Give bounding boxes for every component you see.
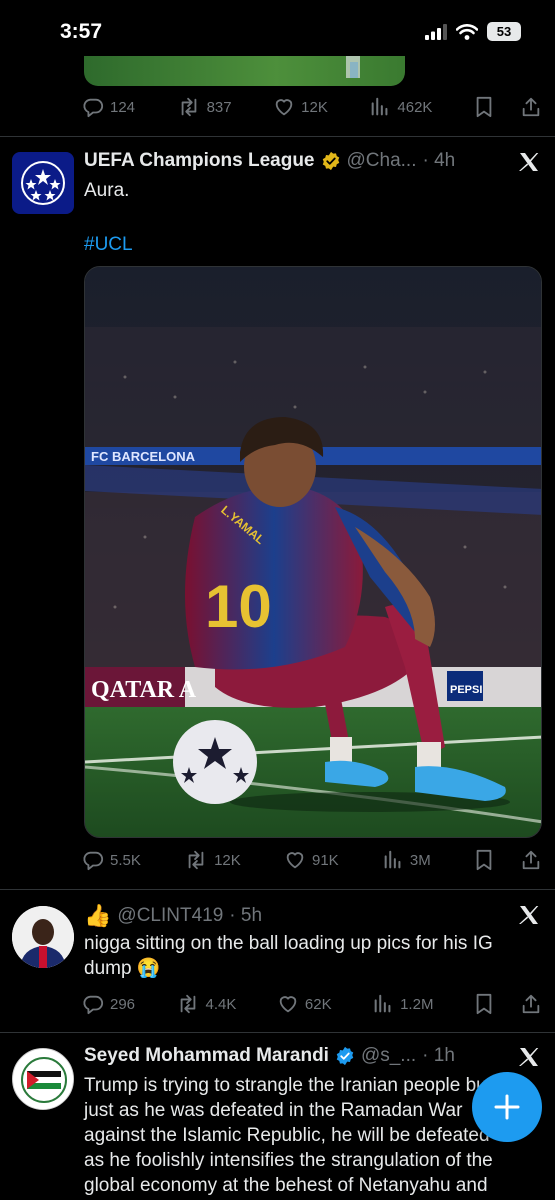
avatar-marandi[interactable]	[12, 1048, 74, 1110]
previous-media-image	[346, 56, 360, 78]
author-name[interactable]: Seyed Mohammad Marandi	[84, 1045, 329, 1067]
tweet-line: as he foolishly intensifies the strangul…	[84, 1150, 493, 1171]
ucl-starball-icon	[21, 161, 65, 205]
board-right-text: PEPSI	[450, 684, 482, 696]
share-icon[interactable]	[520, 96, 542, 118]
verified-badge-icon	[322, 151, 339, 171]
tweet-time: · 1h	[422, 1045, 455, 1066]
plus-icon	[494, 1094, 520, 1120]
heart-icon	[279, 996, 297, 1013]
view-count: 1.2M	[400, 995, 434, 1013]
repost-button[interactable]: 12K	[184, 849, 241, 871]
board-left-text: QATAR A	[91, 677, 197, 703]
jersey-number: 10	[205, 573, 272, 640]
status-time: 3:57	[60, 20, 103, 43]
reply-count: 296	[110, 995, 136, 1013]
avatar-image	[12, 906, 74, 968]
reply-button[interactable]: 124	[82, 96, 135, 118]
author-emoji[interactable]: 👍	[84, 903, 111, 929]
repost-icon	[188, 850, 204, 870]
divider	[0, 136, 555, 137]
bookmark-icon[interactable]	[474, 993, 494, 1015]
tweet-text: nigga sitting on the ball loading up pic…	[84, 933, 493, 979]
tweet-3-actions: 296 4.4K 62K 1.2M	[82, 990, 542, 1018]
x-logo-icon[interactable]	[517, 150, 541, 174]
status-bar: 3:57 53	[0, 0, 555, 62]
wifi-icon	[456, 23, 478, 40]
view-count: 3M	[409, 851, 431, 869]
tweet-3-header: 👍 @CLINT419 · 5h	[84, 903, 262, 929]
views-button[interactable]: 1.2M	[372, 993, 433, 1015]
battery-icon: 53	[487, 22, 521, 41]
views-icon	[384, 850, 401, 869]
avatar-clint419[interactable]	[12, 906, 74, 968]
reply-count: 124	[110, 98, 136, 116]
bookmark-icon[interactable]	[474, 849, 494, 871]
like-count: 91K	[312, 851, 339, 869]
author-name[interactable]: UEFA Champions League	[84, 150, 315, 172]
reply-button[interactable]: 296	[82, 993, 135, 1015]
x-logo-icon[interactable]	[517, 1045, 541, 1069]
views-button[interactable]: 462K	[369, 96, 432, 118]
author-handle[interactable]: @s_...	[361, 1045, 416, 1067]
avatar-uefa[interactable]	[12, 152, 74, 214]
divider	[0, 889, 555, 890]
like-button[interactable]: 91K	[284, 849, 339, 871]
compose-button[interactable]	[472, 1072, 542, 1142]
share-icon[interactable]	[520, 849, 542, 871]
previous-tweet-media[interactable]	[84, 56, 405, 86]
tweet-4-header: Seyed Mohammad Marandi @s_... · 1h	[84, 1045, 455, 1067]
reply-count: 5.5K	[110, 851, 141, 869]
views-icon	[372, 97, 388, 116]
tweet-1-actions: 124 837 12K 462K	[82, 93, 542, 121]
battery-level: 53	[496, 24, 512, 39]
heart-icon	[275, 99, 293, 116]
verified-badge-icon	[336, 1046, 354, 1066]
reply-button[interactable]: 5.5K	[82, 849, 141, 871]
tweet-2-actions: 5.5K 12K 91K 3M	[82, 846, 542, 874]
x-logo-icon[interactable]	[517, 903, 541, 927]
view-count: 462K	[397, 98, 433, 116]
like-button[interactable]: 12K	[273, 96, 328, 118]
led-banner-text: FC BARCELONA	[91, 449, 196, 464]
views-icon	[374, 994, 391, 1013]
views-button[interactable]: 3M	[382, 849, 431, 871]
share-icon[interactable]	[520, 993, 542, 1015]
author-handle[interactable]: @CLINT419	[117, 905, 223, 927]
divider	[0, 1032, 555, 1033]
tweet-time: · 5h	[229, 905, 263, 926]
reply-icon	[83, 851, 104, 871]
like-count: 62K	[304, 995, 332, 1013]
photo-player-sitting-on-ball: FC BARCELONA QATAR A PEPSI 10 L.YAMAL	[85, 267, 541, 837]
repost-button[interactable]: 837	[177, 96, 232, 118]
reply-icon	[83, 98, 104, 118]
author-handle[interactable]: @Cha...	[347, 150, 417, 172]
tweet-line: against the Islamic Republic, he will be…	[84, 1125, 490, 1146]
tweet-text: Aura.	[84, 180, 130, 201]
tweet-line: global economy at the behest of Netanyah…	[84, 1175, 488, 1196]
hashtag-link[interactable]: #UCL	[84, 232, 133, 257]
repost-count: 12K	[214, 851, 241, 869]
repost-icon	[181, 97, 196, 117]
like-count: 12K	[301, 98, 328, 116]
palestine-flag-icon	[14, 1050, 73, 1109]
repost-icon	[180, 994, 195, 1014]
reply-icon	[83, 995, 104, 1015]
tweet-media-image[interactable]: FC BARCELONA QATAR A PEPSI 10 L.YAMAL	[84, 266, 542, 838]
bookmark-icon[interactable]	[474, 96, 494, 118]
like-button[interactable]: 62K	[277, 993, 332, 1015]
repost-button[interactable]: 4.4K	[176, 993, 237, 1015]
status-icons: 53	[425, 22, 521, 41]
heart-icon	[286, 852, 304, 869]
tweet-2-header: UEFA Champions League @Cha... · 4h	[84, 150, 455, 172]
repost-count: 4.4K	[205, 995, 237, 1013]
cellular-signal-icon	[425, 23, 447, 40]
tweet-time: · 4h	[422, 150, 456, 171]
repost-count: 837	[206, 98, 232, 116]
